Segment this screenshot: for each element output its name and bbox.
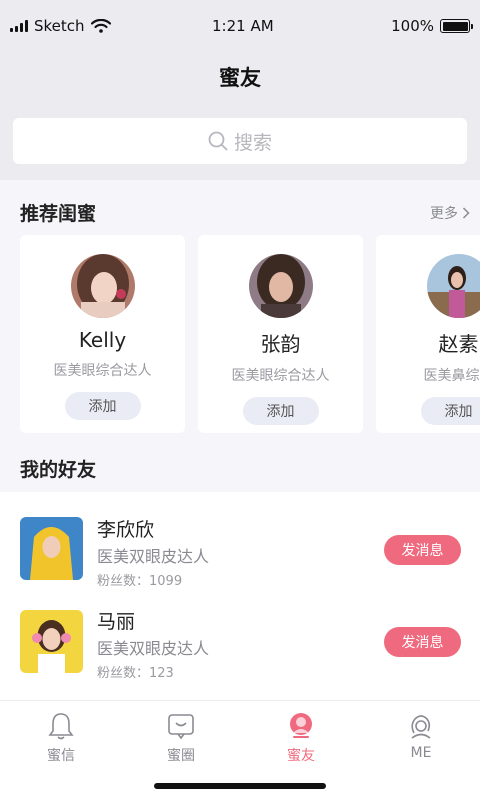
friend-name: 李欣欣 — [97, 519, 155, 541]
recommended-cards[interactable]: Kelly 医美眼综合达人 添加 张韵 医美眼综合达人 添加 赵素 医美鼻综 添… — [20, 235, 480, 435]
tab-label: 蜜信 — [47, 748, 75, 764]
card-name: 张韵 — [260, 332, 301, 356]
more-label: 更多 — [430, 205, 458, 222]
battery-percent: 100% — [391, 17, 434, 35]
friend-name: 马丽 — [97, 611, 136, 633]
friend-row[interactable]: 李欣欣 医美双眼皮达人 粉丝数：1099 发消息 — [0, 492, 480, 589]
recommended-header: 推荐闺蜜 更多 — [20, 199, 470, 226]
add-button[interactable]: 添加 — [242, 397, 319, 425]
recommend-card[interactable]: 赵素 医美鼻综合 添加 — [376, 235, 480, 433]
card-title: 医美鼻综合 — [423, 368, 480, 384]
card-title: 医美眼综合达人 — [231, 368, 330, 384]
send-message-button[interactable]: 发消息 — [384, 627, 461, 657]
chevron-right-icon — [462, 206, 470, 219]
signal-icon — [10, 20, 28, 32]
tab-messages[interactable]: 蜜信 — [21, 711, 101, 765]
page-title: 蜜友 — [219, 66, 261, 90]
tab-label: ME — [410, 745, 432, 761]
tab-label: 蜜友 — [287, 748, 315, 764]
friends-icon — [290, 713, 312, 738]
friend-title: 医美双眼皮达人 — [97, 547, 210, 566]
more-link[interactable]: 更多 — [430, 203, 470, 223]
friend-row[interactable]: 马丽 医美双眼皮达人 粉丝数：123 发消息 — [0, 587, 480, 681]
status-bar: Sketch 1:21 AM 100% — [0, 0, 480, 52]
friend-photo — [20, 610, 83, 673]
circle-chat-icon — [168, 714, 194, 740]
card-name: Kelly — [78, 328, 127, 352]
recommend-card[interactable]: Kelly 医美眼综合达人 添加 — [20, 235, 185, 433]
home-indicator[interactable] — [154, 783, 326, 789]
recommend-card[interactable]: 张韵 医美眼综合达人 添加 — [198, 235, 363, 433]
friends-header: 我的好友 — [20, 455, 470, 482]
add-button[interactable]: 添加 — [420, 397, 480, 425]
friends-list: 李欣欣 医美双眼皮达人 粉丝数：1099 发消息 马丽 医美双眼皮达人 粉丝数：… — [0, 492, 480, 700]
carrier-name: Sketch — [34, 17, 85, 35]
friends-title: 我的好友 — [20, 459, 97, 481]
card-name: 赵素 — [438, 332, 479, 356]
status-time: 1:21 AM — [212, 17, 274, 35]
status-right: 100% — [391, 17, 473, 35]
friend-photo — [20, 517, 83, 580]
add-button[interactable]: 添加 — [64, 392, 141, 420]
status-left: Sketch — [10, 17, 111, 35]
battery-icon — [440, 19, 473, 33]
card-title: 医美眼综合达人 — [53, 363, 152, 379]
friend-fans: 粉丝数：123 — [97, 666, 174, 681]
recommended-title: 推荐闺蜜 — [20, 203, 97, 225]
search-placeholder: 搜索 — [233, 131, 272, 154]
avatar — [70, 254, 135, 318]
send-message-button[interactable]: 发消息 — [384, 535, 461, 565]
tab-circle[interactable]: 蜜圈 — [141, 711, 221, 765]
tab-me[interactable]: ME — [381, 711, 461, 761]
bell-icon — [48, 713, 74, 740]
tab-friends[interactable]: 蜜友 — [261, 711, 341, 765]
avatar — [248, 254, 313, 318]
friend-title: 医美双眼皮达人 — [97, 639, 210, 658]
wifi-icon — [90, 19, 111, 33]
search-icon — [208, 131, 228, 151]
search-bar[interactable]: 搜索 — [13, 118, 467, 164]
content-panel: 推荐闺蜜 更多 Kelly 医美眼综合达人 添加 张韵 医美眼综合达人 添加 赵… — [0, 180, 480, 700]
tab-label: 蜜圈 — [167, 748, 195, 764]
avatar — [426, 254, 480, 318]
profile-icon — [411, 715, 431, 739]
